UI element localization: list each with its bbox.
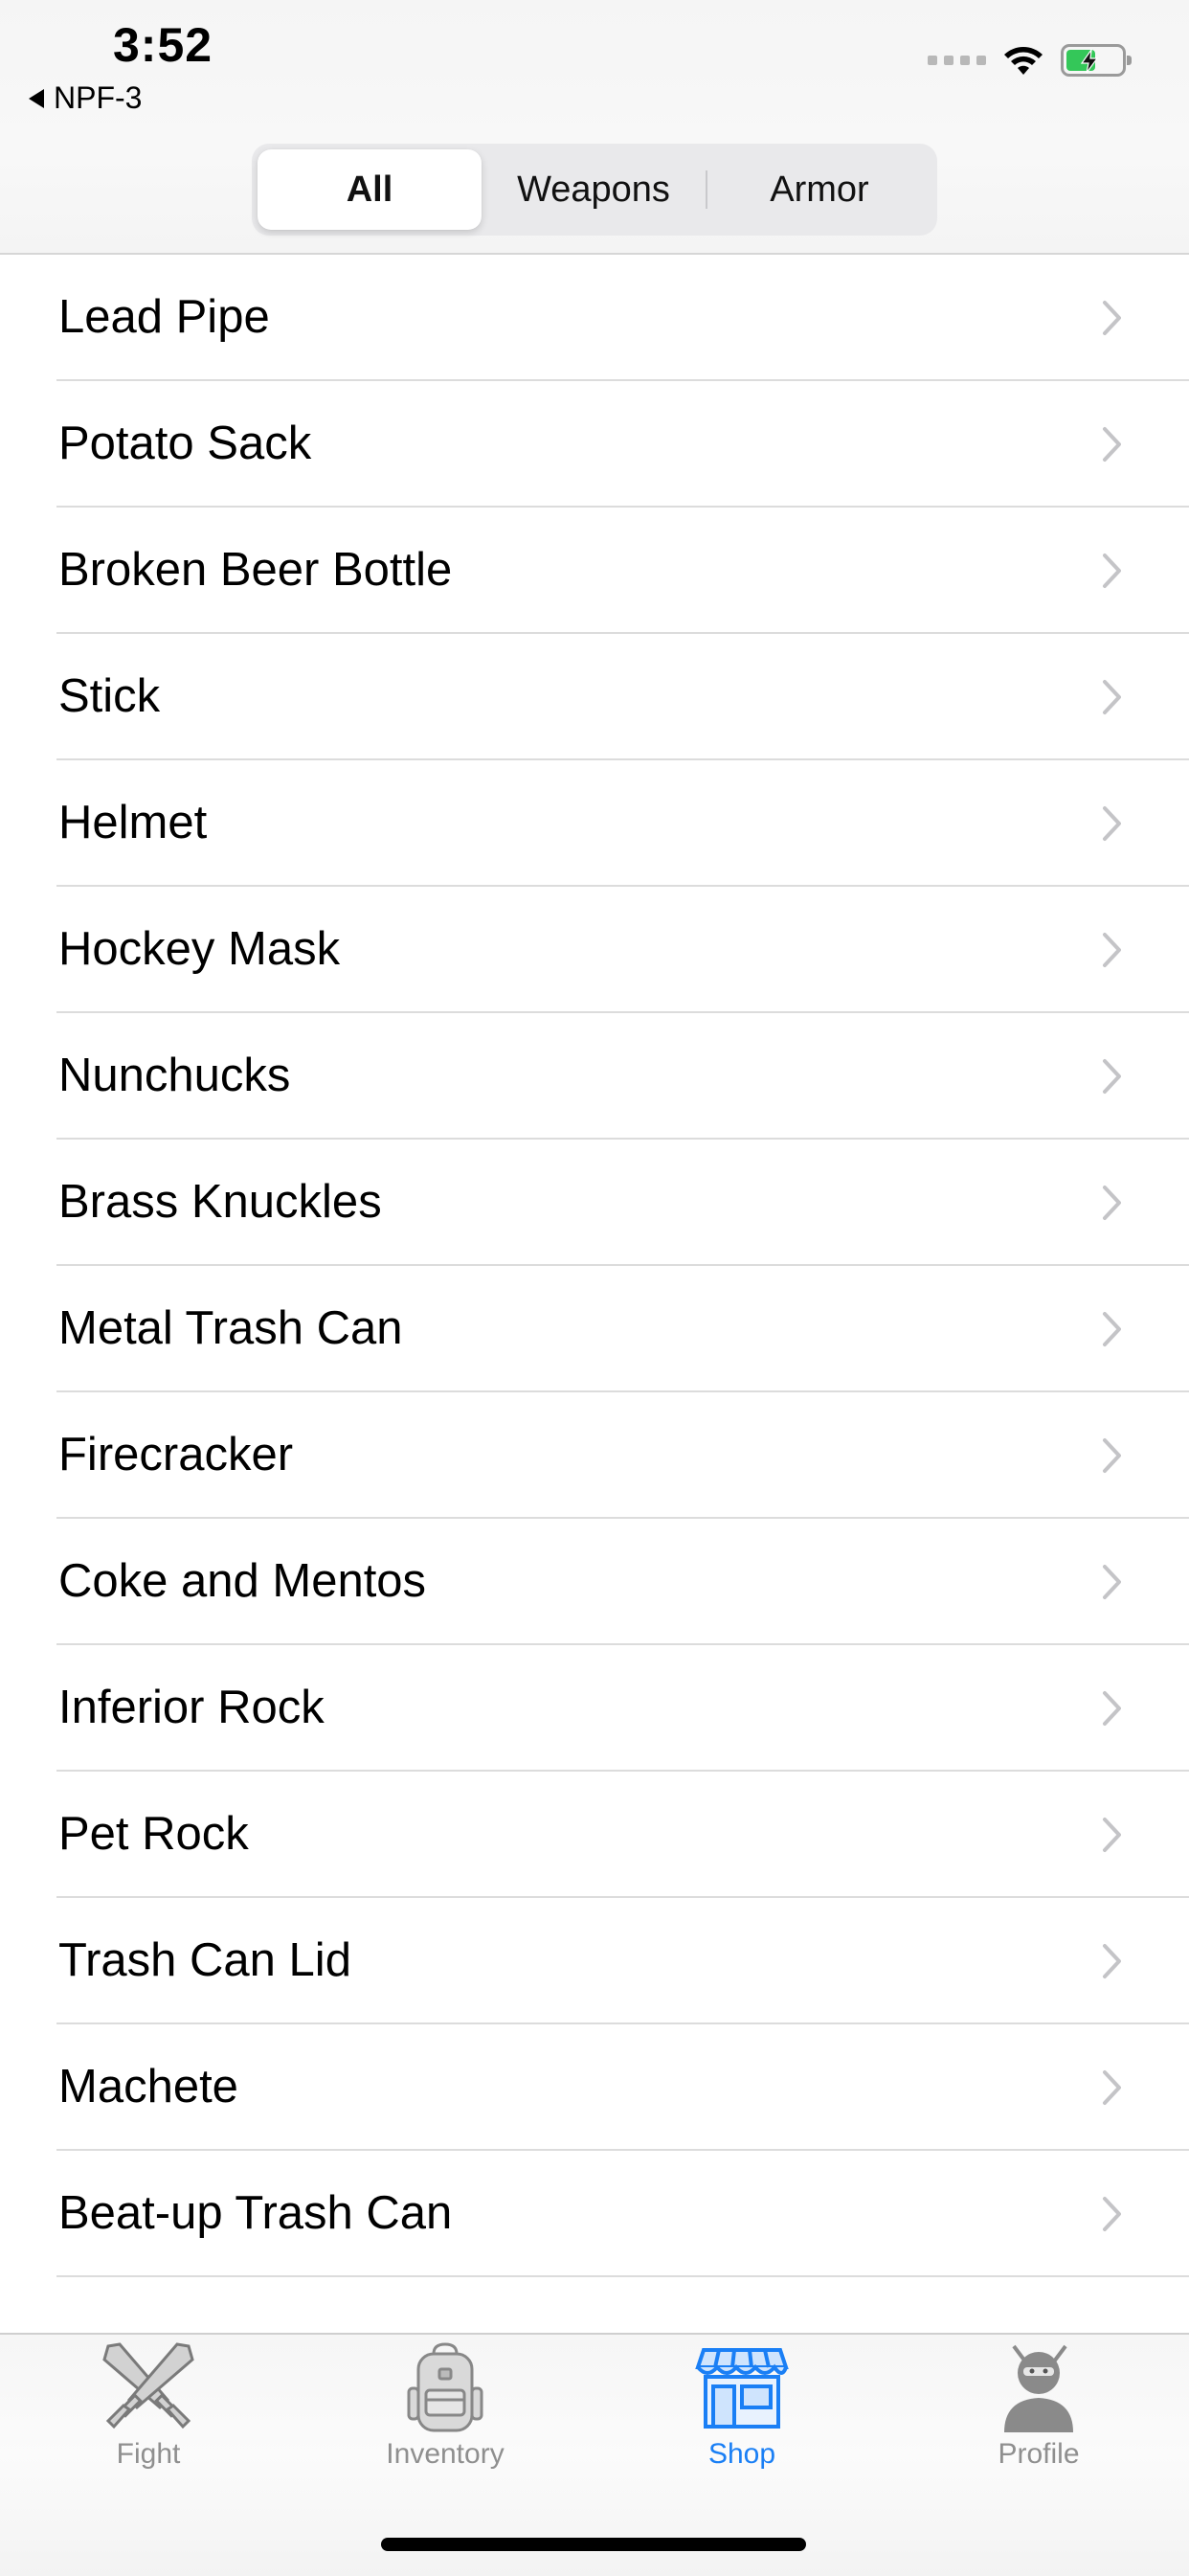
list-item[interactable]: Trash Can Lid	[0, 1898, 1189, 2024]
list-item-label: Hockey Mask	[58, 923, 341, 975]
list-item-label: Lead Pipe	[58, 291, 270, 343]
chevron-right-icon	[1103, 1059, 1121, 1094]
tab-shop[interactable]: Shop	[646, 2340, 838, 2484]
list-item[interactable]: Nunchucks	[0, 1013, 1189, 1140]
list-item-label: Pet Rock	[58, 1808, 249, 1860]
category-segmented-control: All Weapons Armor	[252, 144, 937, 236]
list-item-label: Trash Can Lid	[58, 1934, 351, 1986]
tab-profile[interactable]: Profile	[943, 2340, 1134, 2484]
back-to-app-link[interactable]: NPF-3	[29, 80, 142, 116]
tab-profile-label: Profile	[998, 2438, 1080, 2470]
list-item-label: Firecracker	[58, 1429, 294, 1480]
list-item-label: Helmet	[58, 797, 208, 848]
list-item-label: Broken Beer Bottle	[58, 544, 453, 596]
storefront-icon	[695, 2348, 789, 2429]
list-item[interactable]: Hockey Mask	[0, 887, 1189, 1013]
row-separator	[56, 2275, 1189, 2277]
list-item[interactable]: Potato Sack	[0, 381, 1189, 508]
list-item[interactable]: Lead Pipe	[0, 255, 1189, 381]
chevron-right-icon	[1103, 933, 1121, 967]
list-item-label: Metal Trash Can	[58, 1302, 403, 1354]
chevron-right-icon	[1103, 680, 1121, 714]
tab-inventory-label: Inventory	[386, 2438, 505, 2470]
top-header: 3:52 NPF-3 All Weapons Armor	[0, 0, 1189, 255]
chevron-right-icon	[1103, 806, 1121, 841]
tab-shop-label: Shop	[707, 2438, 776, 2470]
ninja-avatar-icon	[1004, 2344, 1073, 2432]
segment-armor[interactable]: Armor	[707, 149, 931, 230]
chevron-right-icon	[1103, 301, 1121, 335]
list-item[interactable]: Stick	[0, 634, 1189, 760]
chevron-right-icon	[1103, 1691, 1121, 1726]
list-item-label: Beat-up Trash Can	[58, 2187, 453, 2239]
segment-weapons[interactable]: Weapons	[482, 149, 706, 230]
list-item[interactable]: Brass Knuckles	[0, 1140, 1189, 1266]
list-item[interactable]: Helmet	[0, 760, 1189, 887]
list-item[interactable]: Broken Beer Bottle	[0, 508, 1189, 634]
list-item-label: Inferior Rock	[58, 1682, 325, 1733]
status-time: 3:52	[113, 18, 213, 72]
crossed-swords-icon	[102, 2342, 194, 2429]
chevron-right-icon	[1103, 554, 1121, 588]
back-arrow-icon	[29, 88, 44, 108]
home-indicator[interactable]	[381, 2538, 806, 2551]
chevron-right-icon	[1103, 1944, 1121, 1978]
list-item[interactable]: Machete	[0, 2024, 1189, 2151]
status-icons	[928, 44, 1132, 77]
list-item[interactable]: Metal Trash Can	[0, 1266, 1189, 1392]
list-item[interactable]: Firecracker	[0, 1392, 1189, 1519]
list-item[interactable]: Inferior Rock	[0, 1645, 1189, 1772]
list-item-label: Coke and Mentos	[58, 1555, 427, 1607]
backpack-icon	[407, 2342, 483, 2432]
list-item-label: Nunchucks	[58, 1050, 291, 1101]
chevron-right-icon	[1103, 1186, 1121, 1220]
tab-inventory[interactable]: Inventory	[349, 2340, 541, 2484]
list-item-label: Stick	[58, 670, 161, 722]
list-item[interactable]: Beat-up Trash Can	[0, 2151, 1189, 2277]
chevron-right-icon	[1103, 1438, 1121, 1473]
cellular-dots-icon	[928, 56, 986, 65]
list-item[interactable]: Coke and Mentos	[0, 1519, 1189, 1645]
chevron-right-icon	[1103, 1312, 1121, 1346]
chevron-right-icon	[1103, 1818, 1121, 1852]
segment-all[interactable]: All	[258, 149, 482, 230]
battery-charging-icon	[1061, 44, 1132, 77]
tab-fight-label: Fight	[116, 2438, 181, 2470]
list-item-label: Brass Knuckles	[58, 1176, 382, 1228]
list-item[interactable]: Pet Rock	[0, 1772, 1189, 1898]
chevron-right-icon	[1103, 427, 1121, 462]
wifi-icon	[1004, 47, 1043, 75]
list-item-label: Machete	[58, 2061, 238, 2113]
chevron-right-icon	[1103, 1565, 1121, 1599]
chevron-right-icon	[1103, 2070, 1121, 2105]
back-app-label: NPF-3	[54, 80, 143, 115]
tab-fight[interactable]: Fight	[53, 2340, 244, 2484]
shop-item-list: Lead Pipe Potato Sack Broken Beer Bottle St…	[0, 255, 1189, 2277]
chevron-right-icon	[1103, 2197, 1121, 2231]
list-item-label: Potato Sack	[58, 418, 312, 469]
